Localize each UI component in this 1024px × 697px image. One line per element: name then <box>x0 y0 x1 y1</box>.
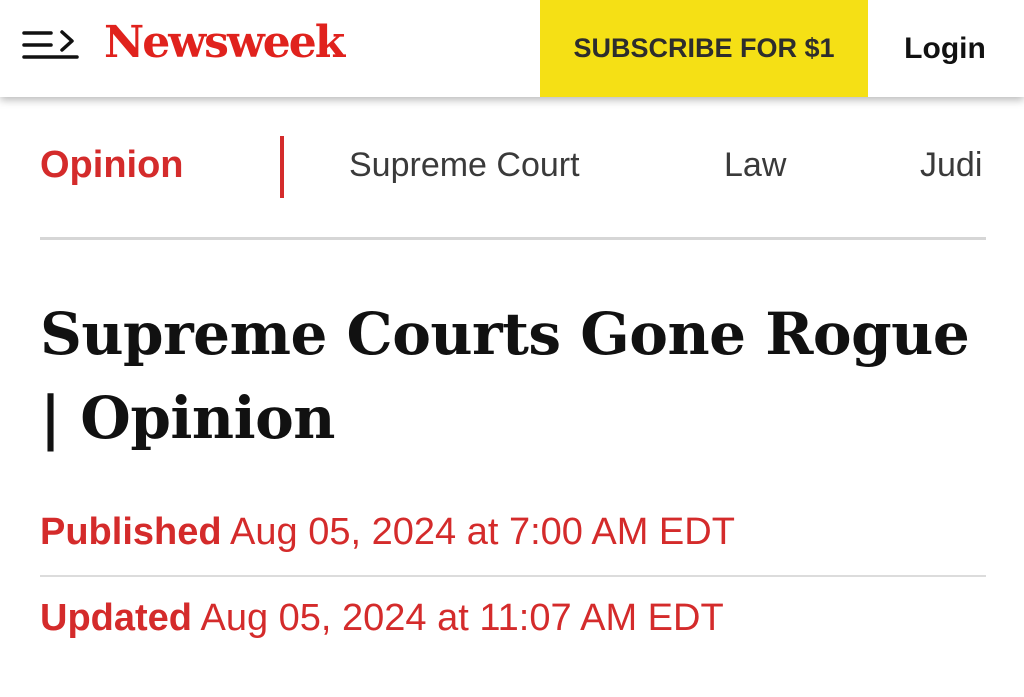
article-headline: Supreme Courts Gone Rogue | Opinion <box>40 300 970 452</box>
newsweek-logo[interactable]: Newsweek <box>104 18 345 68</box>
topic-divider <box>40 237 986 240</box>
updated-date: Aug 05, 2024 at 11:07 AM EDT <box>200 597 724 639</box>
published-row: Published Aug 05, 2024 at 7:00 AM EDT <box>40 507 735 557</box>
topic-supreme-court[interactable]: Supreme Court <box>349 142 580 188</box>
menu-icon[interactable] <box>22 24 80 66</box>
updated-row: Updated Aug 05, 2024 at 11:07 AM EDT <box>40 593 724 643</box>
login-link[interactable]: Login <box>880 0 1010 97</box>
topic-opinion[interactable]: Opinion <box>40 140 184 190</box>
topic-judiciary[interactable]: Judi <box>920 142 982 188</box>
topic-law[interactable]: Law <box>724 142 786 188</box>
topic-separator <box>280 136 284 198</box>
subscribe-button[interactable]: SUBSCRIBE FOR $1 <box>540 0 868 97</box>
topic-nav: Opinion Supreme Court Law Judi <box>40 118 986 214</box>
published-label: Published <box>40 511 222 553</box>
published-date: Aug 05, 2024 at 7:00 AM EDT <box>230 511 735 553</box>
site-header: Newsweek SUBSCRIBE FOR $1 Login <box>0 0 1024 97</box>
updated-label: Updated <box>40 597 192 639</box>
meta-divider <box>40 575 986 577</box>
